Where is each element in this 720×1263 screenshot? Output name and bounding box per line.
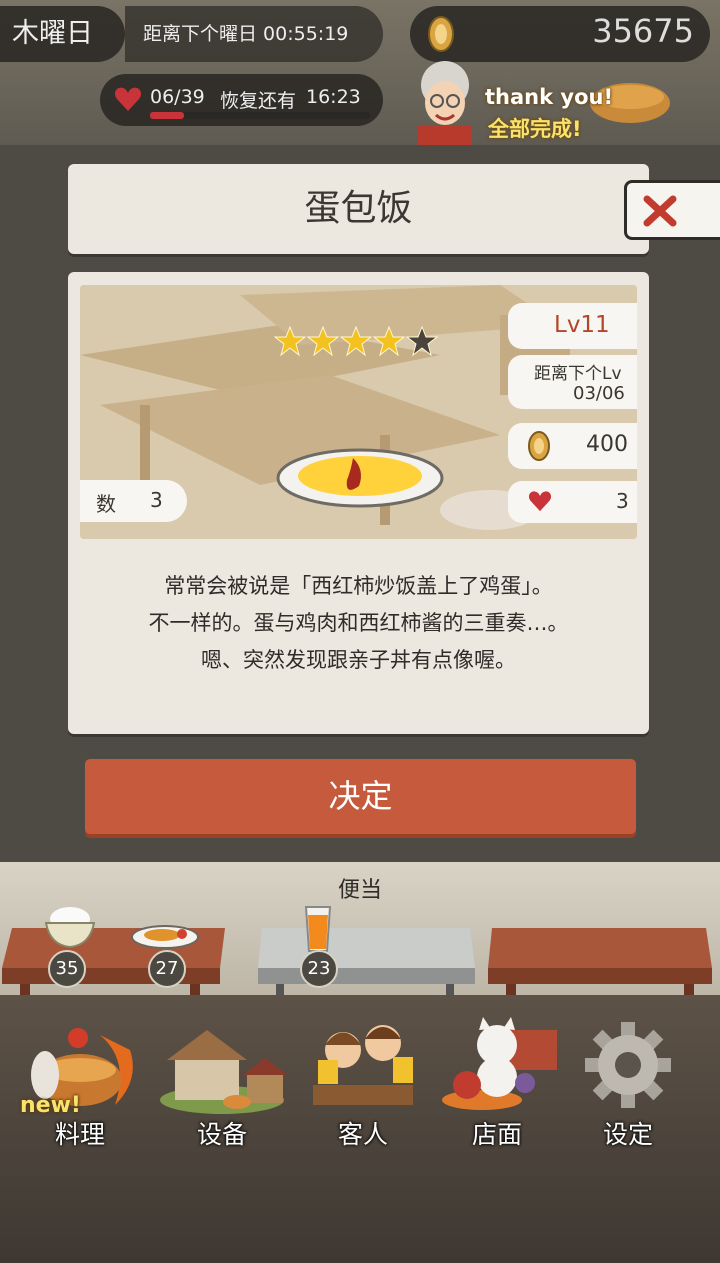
lucky-cat-icon	[442, 1017, 557, 1110]
star-filled-icon	[339, 325, 373, 357]
banner-thank-you: thank you!	[485, 85, 614, 109]
heart-icon	[114, 87, 142, 111]
chef-grandma-icon	[418, 61, 472, 147]
stamina-value: 06/39	[150, 86, 205, 108]
shelf-item-count: 27	[148, 950, 186, 988]
rating-stars	[273, 325, 439, 357]
nav-settings[interactable]: 设定	[563, 1015, 693, 1165]
shelf-category: 便当	[337, 878, 382, 903]
star-filled-icon	[306, 325, 340, 357]
price-tag: 400	[508, 423, 637, 469]
house-icon	[160, 1030, 287, 1114]
close-icon	[643, 195, 677, 227]
stamina-track	[150, 112, 370, 119]
shelf-tables	[2, 928, 712, 1000]
weekday-indicator: 木曜日	[0, 6, 125, 62]
star-empty-icon	[405, 325, 439, 357]
banner-all-done: 全部完成!	[488, 117, 582, 141]
fried-fish-plate-icon	[131, 925, 199, 949]
dish-hearts: 3	[616, 489, 629, 513]
close-button[interactable]	[624, 180, 720, 240]
nav-cooking[interactable]: new! 料理	[15, 1015, 145, 1165]
dish-scene: 数 3 Lv11 距离下个Lv 03/06 400 3	[80, 285, 637, 539]
star-filled-icon	[273, 325, 307, 357]
coin-value: 35675	[592, 12, 694, 50]
nav-storefront[interactable]: 店面	[432, 1015, 562, 1165]
omurice-plate-image	[276, 448, 444, 508]
recover-label: 恢复还有	[220, 90, 297, 112]
nav-label: 设定	[602, 1120, 653, 1149]
dish-description: 常常会被说是「西红柿炒饭盖上了鸡蛋」。 不一样的。蛋与鸡肉和西红柿酱的三重奏…。…	[68, 568, 649, 679]
completion-banner[interactable]: thank you! 全部完成!	[400, 55, 700, 147]
description-line: 嗯、突然发现跟亲子丼有点像喔。	[201, 648, 516, 672]
nav-label: 店面	[471, 1120, 522, 1149]
dish-level: Lv11	[554, 312, 610, 338]
coin-counter: 35675	[410, 6, 710, 62]
description-line: 不一样的。蛋与鸡肉和西红柿酱的三重奏…。	[148, 611, 569, 635]
hearts-tag: 3	[508, 481, 637, 523]
gear-icon	[585, 1022, 671, 1108]
stamina-fill	[150, 112, 184, 119]
confirm-button[interactable]: 决定	[85, 759, 636, 834]
orange-juice-icon	[304, 906, 332, 952]
customers-icon	[313, 1025, 413, 1105]
nav-label: 设备	[196, 1120, 247, 1149]
next-level-tag: 距离下个Lv 03/06	[508, 355, 637, 409]
coin-icon	[528, 431, 550, 461]
shelf-item[interactable]	[130, 920, 200, 950]
nav-equipment[interactable]: 设备	[157, 1015, 287, 1165]
dish-price: 400	[586, 432, 628, 457]
count-label: 数	[96, 492, 116, 516]
stamina-bar: 06/39 恢复还有 16:23	[100, 74, 383, 126]
nav-customers[interactable]: 客人	[298, 1015, 428, 1165]
shelf-item[interactable]	[303, 905, 333, 953]
heart-icon	[528, 491, 552, 512]
level-tag: Lv11	[508, 303, 637, 349]
next-level-progress: 03/06	[573, 383, 625, 404]
star-filled-icon	[372, 325, 406, 357]
dish-title: 蛋包饭	[304, 188, 413, 229]
count-value: 3	[150, 488, 163, 512]
coin-icon	[428, 16, 454, 52]
next-level-label: 距离下个Lv	[534, 364, 622, 384]
count-tag: 数 3	[80, 480, 187, 522]
dish-title-box: 蛋包饭	[68, 164, 649, 254]
nav-label: 客人	[337, 1120, 388, 1149]
shelf-item-count: 35	[48, 950, 86, 988]
shelf-item[interactable]	[42, 905, 98, 950]
description-line: 常常会被说是「西红柿炒饭盖上了鸡蛋」。	[164, 574, 553, 598]
shelf-item-count: 23	[300, 950, 338, 988]
rice-bowl-icon	[44, 907, 96, 949]
next-day-timer: 距离下个曜日 00:55:19	[125, 6, 383, 62]
nav-label: 料理	[54, 1120, 105, 1149]
recover-time: 16:23	[306, 86, 361, 108]
